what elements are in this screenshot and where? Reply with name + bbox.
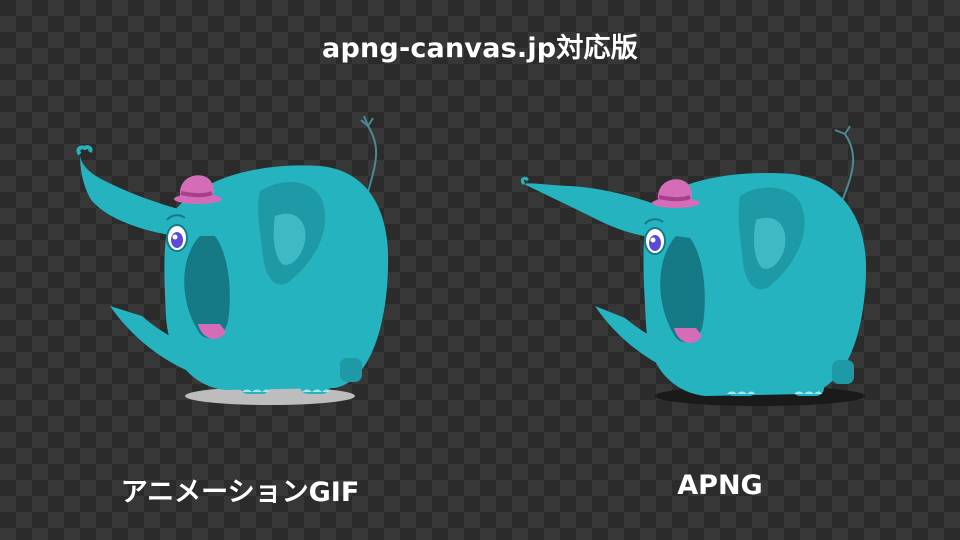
gif-panel <box>50 96 430 426</box>
apng-panel <box>500 96 880 426</box>
elephant-gif-icon <box>76 115 389 405</box>
page-title: apng-canvas.jp対応版 <box>322 33 638 64</box>
gif-caption: アニメーションGIF <box>120 477 360 508</box>
apng-caption: APNG <box>677 470 763 501</box>
elephant-apng-icon <box>520 125 867 406</box>
elephant-shadow <box>185 387 355 405</box>
